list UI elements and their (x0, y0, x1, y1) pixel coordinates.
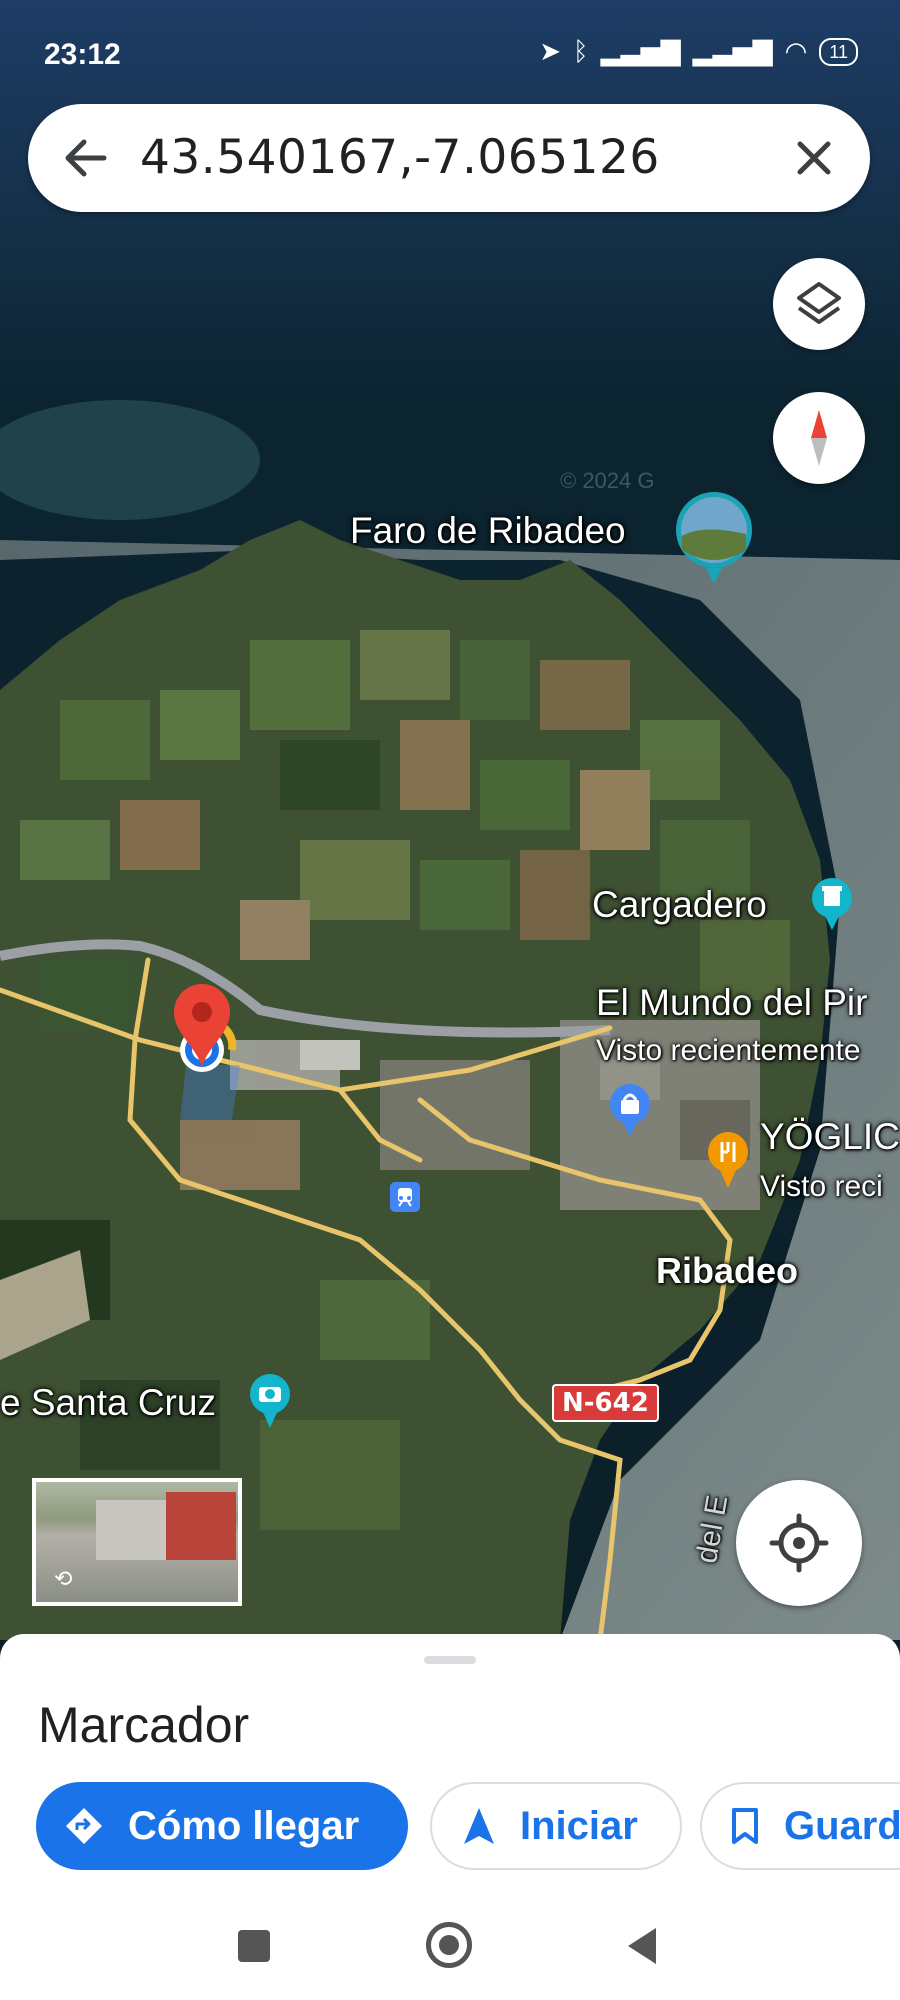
train-icon[interactable] (390, 1182, 420, 1217)
search-bar[interactable]: 43.540167,-7.065126 (28, 104, 870, 212)
label-mundo[interactable]: El Mundo del Pir (596, 982, 867, 1024)
my-location-icon (769, 1513, 829, 1573)
search-input[interactable]: 43.540167,-7.065126 (140, 128, 660, 188)
navigation-icon (464, 1808, 494, 1844)
back-arrow-icon[interactable] (58, 130, 114, 186)
start-label: Iniciar (520, 1803, 638, 1848)
location-arrow-icon: ➤ (539, 36, 562, 66)
directions-button[interactable]: Cómo llegar (36, 1782, 408, 1870)
recents-icon[interactable] (238, 1930, 270, 1962)
layers-icon (797, 282, 841, 324)
compass-icon (811, 410, 827, 466)
bookmark-icon (732, 1808, 758, 1844)
save-button[interactable]: Guard (700, 1782, 900, 1870)
system-nav-bar (0, 1900, 900, 2000)
dropped-pin-icon[interactable] (170, 982, 234, 1075)
layers-button[interactable] (773, 258, 865, 350)
compass-button[interactable] (773, 392, 865, 484)
label-ribadeo[interactable]: Ribadeo (656, 1250, 798, 1292)
label-cargadero[interactable]: Cargadero (592, 884, 767, 926)
wifi-icon: ◠ (784, 36, 808, 66)
label-yoglic-sub: Visto reci (760, 1170, 883, 1203)
label-yoglic[interactable]: YÖGLIC (760, 1116, 900, 1158)
label-santa-cruz[interactable]: e Santa Cruz (0, 1382, 216, 1424)
battery-icon: 11 (819, 37, 858, 66)
home-icon[interactable] (426, 1922, 472, 1968)
street-view-roof (166, 1492, 236, 1560)
shopping-icon[interactable] (608, 1082, 652, 1143)
directions-icon (66, 1808, 102, 1844)
save-label: Guard (784, 1803, 900, 1848)
signal-2-icon: ▂▃▅▇ (692, 36, 773, 66)
street-view-house (96, 1500, 166, 1560)
signal-icon: ▂▃▅▇ (600, 36, 681, 66)
map-watermark: © 2024 G (560, 468, 655, 493)
restaurant-icon[interactable] (706, 1130, 750, 1195)
close-icon[interactable] (786, 130, 842, 186)
faro-photo-marker[interactable] (672, 490, 756, 591)
directions-label: Cómo llegar (128, 1803, 360, 1848)
status-bar: 23:12 ➤ ᛒ ▂▃▅▇ ▂▃▅▇ ◠ 11 (0, 0, 900, 110)
label-mundo-sub: Visto recientemente (596, 1034, 861, 1067)
status-icons: ➤ ᛒ ▂▃▅▇ ▂▃▅▇ ◠ 11 (539, 36, 858, 67)
status-time: 23:12 (44, 38, 121, 71)
label-faro[interactable]: Faro de Ribadeo (350, 510, 626, 552)
sheet-drag-handle[interactable] (424, 1656, 476, 1664)
place-title: Marcador (38, 1697, 250, 1753)
road-shield-n642: N-642 (552, 1384, 659, 1422)
camera-icon[interactable] (248, 1372, 292, 1435)
back-icon[interactable] (628, 1928, 656, 1964)
rotate-360-icon: ⟲ (54, 1566, 73, 1591)
my-location-button[interactable] (736, 1480, 862, 1606)
start-button[interactable]: Iniciar (430, 1782, 682, 1870)
bluetooth-icon: ᛒ (573, 36, 589, 66)
street-view-thumbnail[interactable]: ⟲ (32, 1478, 242, 1606)
landmark-icon[interactable] (810, 876, 854, 937)
